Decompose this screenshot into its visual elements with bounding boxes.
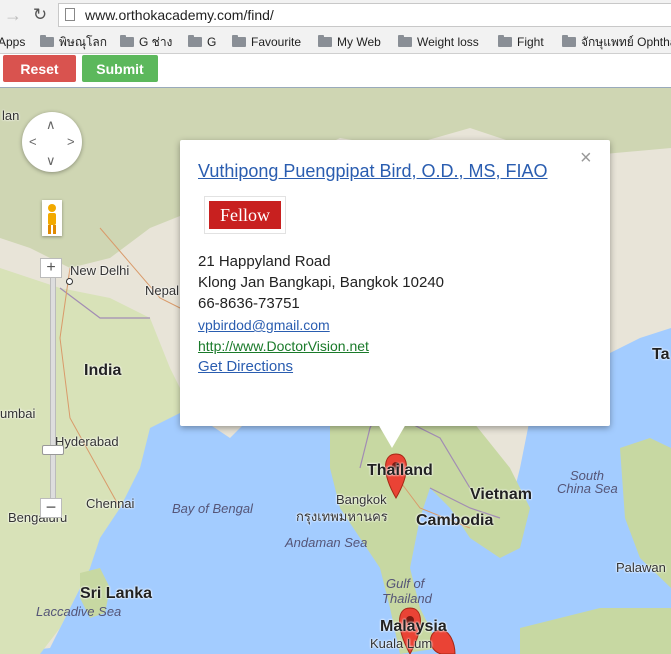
map-label: lan <box>2 108 20 123</box>
pegman-figure <box>48 204 56 234</box>
map-label-country: Malaysia <box>380 618 447 635</box>
bookmark-folder[interactable]: My Web <box>318 34 381 50</box>
map-label-sea: Bay of Bengal <box>172 501 253 516</box>
map-label: Kuala Lum <box>370 636 433 651</box>
land-borneo <box>520 608 671 654</box>
map-label-sea: Andaman Sea <box>285 535 368 550</box>
pan-down-icon[interactable]: ∨ <box>46 154 56 167</box>
map-label-sea: China Sea <box>557 481 618 496</box>
fellow-badge-label: Fellow <box>209 201 281 229</box>
city-dot <box>66 278 73 285</box>
map-label-country: Thailand <box>367 462 433 479</box>
map-canvas[interactable]: lan New Delhi Nepal India umbai Hyderaba… <box>0 88 671 654</box>
page-icon <box>65 8 75 21</box>
address-line-2: Klong Jan Bangkapi, Bangkok 10240 <box>198 274 445 291</box>
folder-icon <box>120 35 134 47</box>
bookmark-folder[interactable]: พิษณุโลก <box>40 34 107 50</box>
folder-icon <box>40 35 54 47</box>
bookmarks-bar: Apps พิษณุโลก G ช่าง G Favourite My Web … <box>0 30 671 54</box>
phone-number: 66-8636-73751 <box>198 295 300 312</box>
practitioner-name-link[interactable]: Vuthipong Puengpipat Bird, O.D., MS, FIA… <box>198 161 548 182</box>
folder-icon <box>318 35 332 47</box>
url-text[interactable]: www.orthokacademy.com/find/ <box>85 7 274 23</box>
reset-button[interactable]: Reset <box>3 55 76 82</box>
email-link[interactable]: vpbirdod@gmail.com <box>198 317 330 333</box>
bookmark-apps[interactable]: Apps <box>0 34 25 50</box>
website-link[interactable]: http://www.DoctorVision.net <box>198 338 369 354</box>
browser-address-bar: → ↻ www.orthokacademy.com/find/ <box>0 0 671 30</box>
info-window-pointer <box>378 424 406 448</box>
street-view-pegman-icon[interactable] <box>42 200 62 236</box>
map-label-country: Cambodia <box>416 512 494 529</box>
url-input[interactable]: www.orthokacademy.com/find/ <box>58 3 671 27</box>
map-label: Hyderabad <box>55 434 119 449</box>
bookmark-folder[interactable]: G ช่าง <box>120 34 172 50</box>
map-label: umbai <box>0 406 36 421</box>
map-label-country: Ta <box>652 346 670 363</box>
pan-left-icon[interactable]: < <box>29 135 37 148</box>
map-label-country: Vietnam <box>470 486 532 503</box>
folder-icon <box>562 35 576 47</box>
bookmark-folder[interactable]: Favourite <box>232 34 301 50</box>
map-label: New Delhi <box>70 263 130 278</box>
map-label-sea: Laccadive Sea <box>36 604 122 619</box>
pan-right-icon[interactable]: > <box>67 135 75 148</box>
map-label: Bangkok <box>336 492 387 507</box>
fellow-badge: Fellow <box>204 196 286 234</box>
folder-icon <box>498 35 512 47</box>
close-icon[interactable]: × <box>580 148 592 168</box>
map-label-country: Sri Lanka <box>80 585 153 602</box>
bookmark-folder[interactable]: จักษุแพทย์ Ophtha <box>562 34 671 50</box>
back-arrow-icon[interactable]: → <box>4 5 22 25</box>
folder-icon <box>232 35 246 47</box>
map-label-country: India <box>84 362 122 379</box>
map-label: Nepal <box>145 283 179 298</box>
zoom-slider-thumb[interactable] <box>42 445 64 455</box>
submit-button[interactable]: Submit <box>82 55 158 82</box>
form-toolbar: Reset Submit <box>0 54 671 88</box>
pan-control[interactable]: ∧ ∨ < > <box>22 112 82 172</box>
bookmark-folder[interactable]: G <box>188 34 216 50</box>
zoom-in-button[interactable]: + <box>40 258 62 278</box>
bookmark-folder[interactable]: Fight <box>498 34 544 50</box>
info-window: × Vuthipong Puengpipat Bird, O.D., MS, F… <box>180 140 610 426</box>
reload-icon[interactable]: ↻ <box>30 5 50 25</box>
map-label: Palawan <box>616 560 666 575</box>
zoom-slider-track[interactable] <box>50 266 56 518</box>
map-label-sea: Thailand <box>382 591 432 606</box>
pan-up-icon[interactable]: ∧ <box>46 118 56 131</box>
get-directions-link[interactable]: Get Directions <box>198 358 293 375</box>
map-label-sea: Gulf of <box>386 576 425 591</box>
zoom-out-button[interactable]: − <box>40 498 62 518</box>
address-line-1: 21 Happyland Road <box>198 253 331 270</box>
map-label: Chennai <box>86 496 135 511</box>
folder-icon <box>398 35 412 47</box>
folder-icon <box>188 35 202 47</box>
bookmark-folder[interactable]: Weight loss <box>398 34 479 50</box>
map-label: กรุงเทพมหานคร <box>296 509 388 524</box>
